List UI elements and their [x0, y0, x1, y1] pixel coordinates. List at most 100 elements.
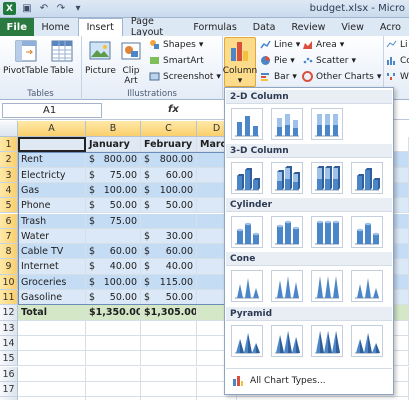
cell-c15[interactable]	[141, 351, 197, 367]
name-box[interactable]: A1	[2, 103, 102, 118]
cell-b15[interactable]	[86, 351, 141, 367]
cell-b16[interactable]	[86, 366, 141, 382]
row-header[interactable]: 4	[0, 182, 18, 199]
redo-icon[interactable]: ↷	[54, 3, 68, 14]
other-charts-button[interactable]: Other Charts ▾	[302, 71, 381, 82]
cell-c4[interactable]: $100.00	[141, 182, 197, 199]
cell-c9[interactable]: $40.00	[141, 259, 197, 275]
cell-c17[interactable]	[141, 381, 197, 398]
cell-c3[interactable]: $60.00	[141, 167, 197, 183]
row-header[interactable]: 1	[0, 137, 18, 153]
cell-b7[interactable]	[86, 228, 141, 245]
area-chart-button[interactable]: Area ▾	[302, 39, 344, 50]
pivottable-button[interactable]: PivotTable	[3, 38, 48, 76]
cell-b8[interactable]: $60.00	[86, 244, 141, 260]
cell-c2[interactable]: $800.00	[141, 152, 197, 168]
cell-a10[interactable]: Groceries	[18, 274, 86, 290]
cell-a12[interactable]: Total	[18, 305, 86, 321]
tab-page-layout[interactable]: Page Layout	[123, 16, 186, 38]
cell-b1[interactable]: January	[86, 137, 141, 153]
cell-b9[interactable]: $40.00	[86, 259, 141, 275]
excel-logo-icon[interactable]: X	[3, 2, 16, 15]
cell-c11[interactable]: $50.00	[141, 290, 197, 306]
cell-a8[interactable]: Cable TV	[18, 244, 86, 260]
cell-b14[interactable]	[86, 335, 141, 352]
row-header[interactable]: 14	[0, 335, 18, 352]
row-header[interactable]: 7	[0, 228, 18, 245]
cell-a15[interactable]	[18, 351, 86, 367]
cone-stacked-thumbnail[interactable]	[271, 270, 303, 302]
cell-b10[interactable]: $100.00	[86, 274, 141, 290]
cone-three-d-thumbnail[interactable]	[351, 270, 383, 302]
cell-b11[interactable]: $50.00	[86, 290, 141, 306]
cell-a14[interactable]	[18, 335, 86, 352]
cell-a9[interactable]: Internet	[18, 259, 86, 275]
sparkline-winloss-button[interactable]: Wi	[386, 71, 409, 82]
cell-b3[interactable]: $75.00	[86, 167, 141, 183]
cell-a11[interactable]: Gasoline	[18, 290, 86, 306]
cell-a2[interactable]: Rent	[18, 152, 86, 168]
clip-art-button[interactable]: Clip Art	[119, 38, 143, 86]
cell-c5[interactable]: $50.00	[141, 198, 197, 214]
column-header-b[interactable]: B	[86, 121, 141, 137]
row-header[interactable]: 11	[0, 290, 18, 306]
cell-c16[interactable]	[141, 366, 197, 382]
column-chart-button[interactable]: Column ▾	[223, 37, 257, 87]
scatter-chart-button[interactable]: Scatter ▾	[302, 55, 356, 66]
save-icon[interactable]: ▣	[20, 3, 34, 14]
cell-c14[interactable]	[141, 335, 197, 352]
tab-acrobat[interactable]: Acro	[372, 18, 409, 36]
cone-percent-stacked-thumbnail[interactable]	[311, 270, 343, 302]
sparkline-line-button[interactable]: Li	[386, 39, 408, 50]
customize-qat-icon[interactable]: ▾	[71, 3, 85, 14]
select-all-corner[interactable]	[0, 121, 18, 137]
cell-c12[interactable]: $1,305.00	[141, 305, 197, 321]
tab-insert[interactable]: Insert	[77, 18, 123, 36]
cell-a7[interactable]: Water	[18, 228, 86, 245]
col3d-three-d-thumbnail[interactable]	[351, 162, 383, 194]
tab-formulas[interactable]: Formulas	[185, 18, 244, 36]
tab-file[interactable]: File	[0, 18, 34, 36]
row-header[interactable]: 8	[0, 244, 18, 260]
shapes-button[interactable]: Shapes ▾	[149, 39, 203, 50]
cell-c7[interactable]: $30.00	[141, 228, 197, 245]
cell-a3[interactable]: Electricty	[18, 167, 86, 183]
cell-b6[interactable]: $75.00	[86, 213, 141, 229]
row-header[interactable]: 3	[0, 167, 18, 183]
cell-a16[interactable]	[18, 366, 86, 382]
cell-b12[interactable]: $1,350.00	[86, 305, 141, 321]
cell-c10[interactable]: $115.00	[141, 274, 197, 290]
picture-button[interactable]: Picture	[85, 38, 116, 76]
cyl-three-d-thumbnail[interactable]	[351, 216, 383, 248]
cell-c8[interactable]: $60.00	[141, 244, 197, 260]
col3d-clustered-thumbnail[interactable]	[231, 162, 263, 194]
col3d-stacked-thumbnail[interactable]	[271, 162, 303, 194]
row-header[interactable]: 12	[0, 305, 18, 321]
cell-b2[interactable]: $800.00	[86, 152, 141, 168]
cyl-percent-stacked-thumbnail[interactable]	[311, 216, 343, 248]
cell-a4[interactable]: Gas	[18, 182, 86, 199]
row-header[interactable]: 6	[0, 213, 18, 229]
tab-data[interactable]: Data	[245, 18, 284, 36]
row-header[interactable]: 5	[0, 198, 18, 214]
col2d-percent-stacked-thumbnail[interactable]	[311, 108, 343, 140]
table-button[interactable]: Table	[50, 38, 74, 76]
pyr-clustered-thumbnail[interactable]	[231, 325, 263, 357]
cell-c1[interactable]: February	[141, 137, 197, 153]
screenshot-button[interactable]: Screenshot ▾	[149, 71, 221, 82]
cell-a6[interactable]: Trash	[18, 213, 86, 229]
cyl-stacked-thumbnail[interactable]	[271, 216, 303, 248]
tab-review[interactable]: Review	[283, 18, 333, 36]
tab-view[interactable]: View	[333, 18, 372, 36]
pie-chart-button[interactable]: Pie ▾	[260, 55, 295, 66]
tab-home[interactable]: Home	[34, 18, 78, 36]
cell-a17[interactable]	[18, 381, 86, 398]
cell-c6[interactable]	[141, 213, 197, 229]
row-header[interactable]: 9	[0, 259, 18, 275]
cell-c13[interactable]	[141, 320, 197, 336]
cone-clustered-thumbnail[interactable]	[231, 270, 263, 302]
cyl-clustered-thumbnail[interactable]	[231, 216, 263, 248]
undo-icon[interactable]: ↶	[37, 3, 51, 14]
col3d-percent-stacked-thumbnail[interactable]	[311, 162, 343, 194]
cell-b4[interactable]: $100.00	[86, 182, 141, 199]
